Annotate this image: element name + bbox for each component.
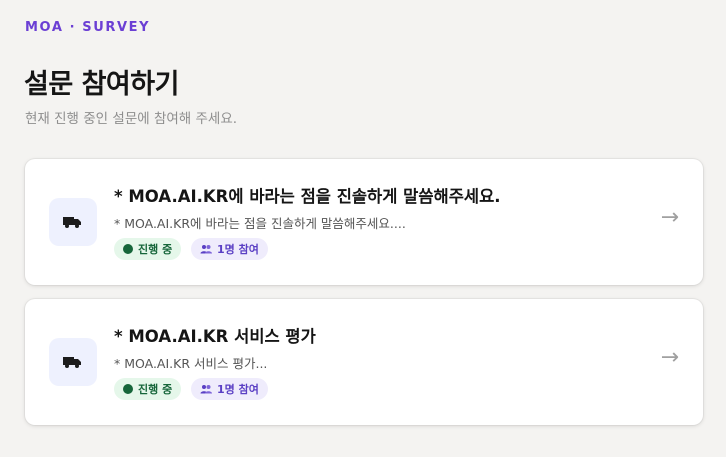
status-badge: 진행 중 bbox=[114, 238, 182, 260]
truck-icon bbox=[49, 338, 97, 386]
survey-description: * MOA.AI.KR 서비스 평가... bbox=[114, 356, 268, 371]
status-dot-icon bbox=[123, 384, 133, 394]
arrow-right-icon[interactable]: → bbox=[661, 207, 679, 229]
participants-badge: 1명 참여 bbox=[191, 238, 268, 260]
page-subtitle: 현재 진행 중인 설문에 참여해 주세요. bbox=[25, 111, 238, 127]
users-icon bbox=[200, 245, 212, 254]
survey-title: * MOA.AI.KR 서비스 평가 bbox=[114, 327, 316, 346]
survey-title: * MOA.AI.KR에 바라는 점을 진솔하게 말씀해주세요. bbox=[114, 187, 501, 206]
page-title: 설문 참여하기 bbox=[24, 69, 179, 100]
status-label: 진행 중 bbox=[138, 243, 173, 256]
users-icon bbox=[200, 385, 212, 394]
survey-card[interactable]: * MOA.AI.KR 서비스 평가 * MOA.AI.KR 서비스 평가...… bbox=[25, 299, 703, 425]
brand-label: MOA · SURVEY bbox=[25, 20, 151, 35]
participants-label: 1명 참여 bbox=[217, 383, 259, 396]
participants-label: 1명 참여 bbox=[217, 243, 259, 256]
truck-icon bbox=[49, 198, 97, 246]
arrow-right-icon[interactable]: → bbox=[661, 347, 679, 369]
survey-card[interactable]: * MOA.AI.KR에 바라는 점을 진솔하게 말씀해주세요. * MOA.A… bbox=[25, 159, 703, 285]
participants-badge: 1명 참여 bbox=[191, 378, 268, 400]
survey-description: * MOA.AI.KR에 바라는 점을 진솔하게 말씀해주세요.... bbox=[114, 216, 406, 231]
status-badge: 진행 중 bbox=[114, 378, 182, 400]
status-dot-icon bbox=[123, 244, 133, 254]
status-label: 진행 중 bbox=[138, 383, 173, 396]
